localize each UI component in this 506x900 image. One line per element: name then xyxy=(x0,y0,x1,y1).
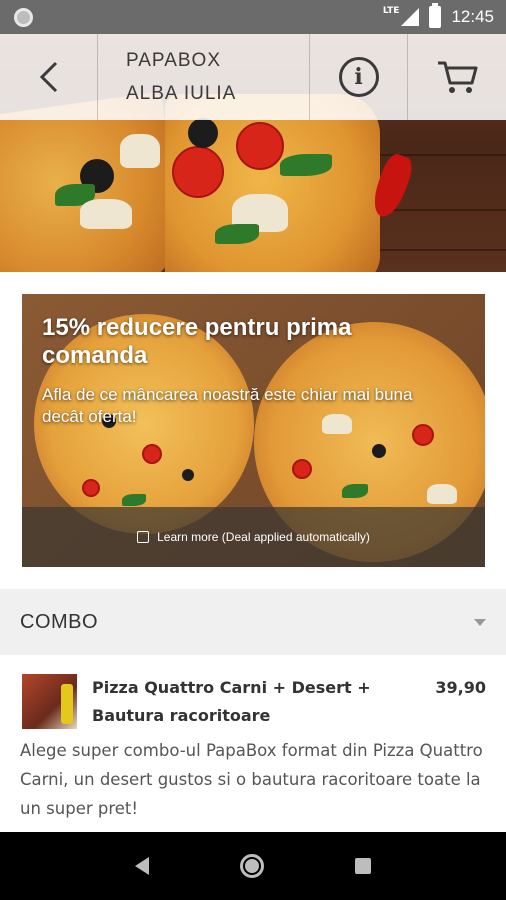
clock: 12:45 xyxy=(451,7,494,26)
restaurant-name: PAPABOX xyxy=(126,50,221,71)
item-thumbnail xyxy=(22,674,77,729)
restaurant-city: ALBA IULIA xyxy=(126,83,237,104)
back-button[interactable] xyxy=(0,34,98,120)
status-bar: LTE 12:45 xyxy=(0,0,506,34)
system-nav-bar xyxy=(0,832,506,900)
battery-icon xyxy=(429,3,442,28)
status-indicators: LTE 12:45 xyxy=(382,3,494,29)
info-button[interactable]: i xyxy=(310,34,408,120)
network-type: LTE xyxy=(382,6,400,16)
item-description: Alege super combo-ul PapaBox format din … xyxy=(20,741,483,818)
recents-square-icon[interactable] xyxy=(354,858,371,874)
signal-icon xyxy=(401,8,420,26)
cart-icon xyxy=(438,61,478,93)
promo-title: 15% reducere pentru prima comanda xyxy=(42,314,352,369)
menu-item[interactable]: Pizza Quattro Carni + Desert + Bautura r… xyxy=(0,660,506,832)
learn-more-link[interactable]: Learn more (Deal applied automatically) xyxy=(22,507,485,567)
category-title: COMBO xyxy=(20,610,99,633)
info-icon: i xyxy=(338,57,379,97)
deal-icon xyxy=(137,531,150,543)
home-circle-icon[interactable] xyxy=(239,854,264,878)
category-header-combo[interactable]: COMBO xyxy=(0,589,506,655)
cart-button[interactable] xyxy=(408,34,506,120)
item-name: Pizza Quattro Carni + Desert + Bautura r… xyxy=(92,678,371,725)
restaurant-title: PAPABOX ALBA IULIA xyxy=(98,34,310,120)
chevron-left-icon xyxy=(39,61,57,93)
toolbar: PAPABOX ALBA IULIA i xyxy=(0,34,506,120)
promo-subtitle: Afla de ce mâncarea noastră este chiar m… xyxy=(42,385,413,426)
back-triangle-icon[interactable] xyxy=(135,857,150,875)
chevron-down-icon xyxy=(474,618,486,626)
item-price: 39,90 xyxy=(435,678,486,697)
learn-more-label: Learn more (Deal applied automatically) xyxy=(157,530,370,544)
notification-icon xyxy=(14,8,33,27)
promo-banner[interactable]: 15% reducere pentru prima comanda Afla d… xyxy=(22,294,485,567)
